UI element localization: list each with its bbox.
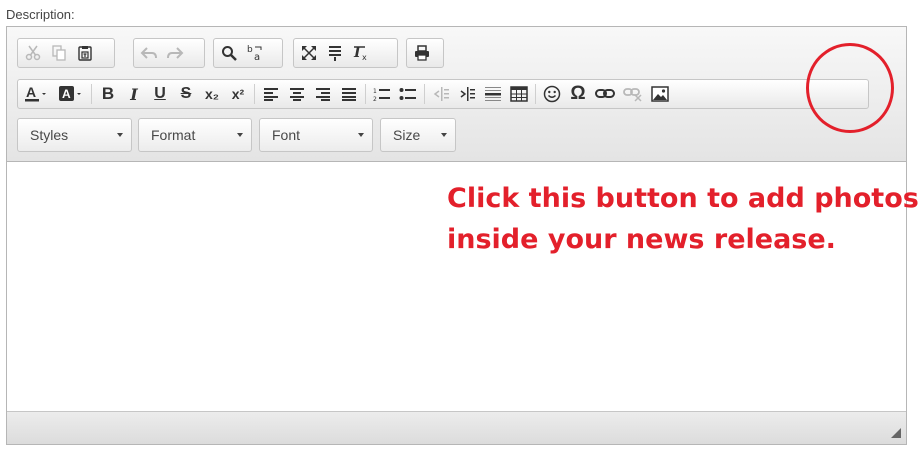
chevron-down-icon [237,133,243,137]
align-right-icon[interactable] [310,81,336,107]
svg-text:2: 2 [373,96,377,102]
numbered-list-icon[interactable]: 12 [369,81,395,107]
font-dropdown[interactable]: Font [259,118,373,152]
editor-toolbar: ba Ix A A B I U S x₂ x² 1 2 Ω Styles For… [7,27,906,162]
superscript-icon[interactable]: x² [225,81,251,107]
annotation-line-2: inside your news release. [447,224,836,255]
bold-icon[interactable]: B [95,81,121,107]
copy-icon[interactable] [46,40,72,66]
clipboard-group [17,38,115,68]
paste-text-icon[interactable] [72,40,98,66]
italic-icon[interactable]: I [121,81,147,107]
editor-footer [7,411,906,444]
replace-icon[interactable]: ba [242,40,268,66]
toolbar-separator [365,84,366,104]
resize-handle-icon[interactable] [891,428,901,438]
find-icon[interactable] [216,40,242,66]
toolbar-separator [91,84,92,104]
svg-text:a: a [254,52,260,62]
undo-icon[interactable] [136,40,162,66]
toolbar-separator [535,84,536,104]
format-dropdown-label: Format [151,127,196,143]
link-icon[interactable] [591,81,619,107]
tools-group: Ix [293,38,398,68]
find-group: ba [213,38,283,68]
redo-icon[interactable] [162,40,188,66]
strikethrough-icon[interactable]: S [173,81,199,107]
special-char-icon[interactable]: Ω [565,81,591,107]
annotation-line-1: Click this button to add photos [447,183,919,214]
size-dropdown[interactable]: Size [380,118,456,152]
horizontal-line-icon[interactable] [480,81,506,107]
toolbar-separator [424,84,425,104]
outdent-icon[interactable] [428,81,454,107]
align-center-icon[interactable] [284,81,310,107]
svg-text:A: A [26,85,36,100]
styles-dropdown-label: Styles [30,127,69,143]
instruction-annotation: Click this button to add photos inside y… [447,178,919,260]
undo-redo-group [133,38,205,68]
svg-text:b: b [247,45,253,55]
show-blocks-icon[interactable] [322,40,348,66]
bulleted-list-icon[interactable] [395,81,421,107]
svg-text:1: 1 [373,88,377,95]
maximize-icon[interactable] [296,40,322,66]
chevron-down-icon [358,133,364,137]
background-color-icon[interactable]: A [54,81,88,107]
unlink-icon[interactable] [619,81,647,107]
rich-text-editor: ba Ix A A B I U S x₂ x² 1 2 Ω Styles For… [6,26,919,445]
toolbar-separator [254,84,255,104]
svg-text:x: x [362,53,367,61]
formatting-group: A A B I U S x₂ x² 1 2 Ω [17,79,869,109]
smiley-icon[interactable] [539,81,565,107]
image-icon[interactable] [647,81,673,107]
editor-content-area[interactable]: Click this button to add photos inside y… [7,162,919,412]
table-icon[interactable] [506,81,532,107]
underline-icon[interactable]: U [147,81,173,107]
styles-dropdown[interactable]: Styles [17,118,132,152]
description-label: Description: [6,7,75,22]
remove-format-icon[interactable]: Ix [348,40,374,66]
print-icon[interactable] [409,40,435,66]
svg-text:A: A [62,87,71,101]
size-dropdown-label: Size [393,127,421,143]
print-group [406,38,444,68]
chevron-down-icon [117,133,123,137]
subscript-icon[interactable]: x₂ [199,81,225,107]
cut-icon[interactable] [20,40,46,66]
font-dropdown-label: Font [272,127,301,143]
align-left-icon[interactable] [258,81,284,107]
text-color-icon[interactable]: A [20,81,54,107]
format-dropdown[interactable]: Format [138,118,252,152]
indent-icon[interactable] [454,81,480,107]
justify-icon[interactable] [336,81,362,107]
chevron-down-icon [441,133,447,137]
